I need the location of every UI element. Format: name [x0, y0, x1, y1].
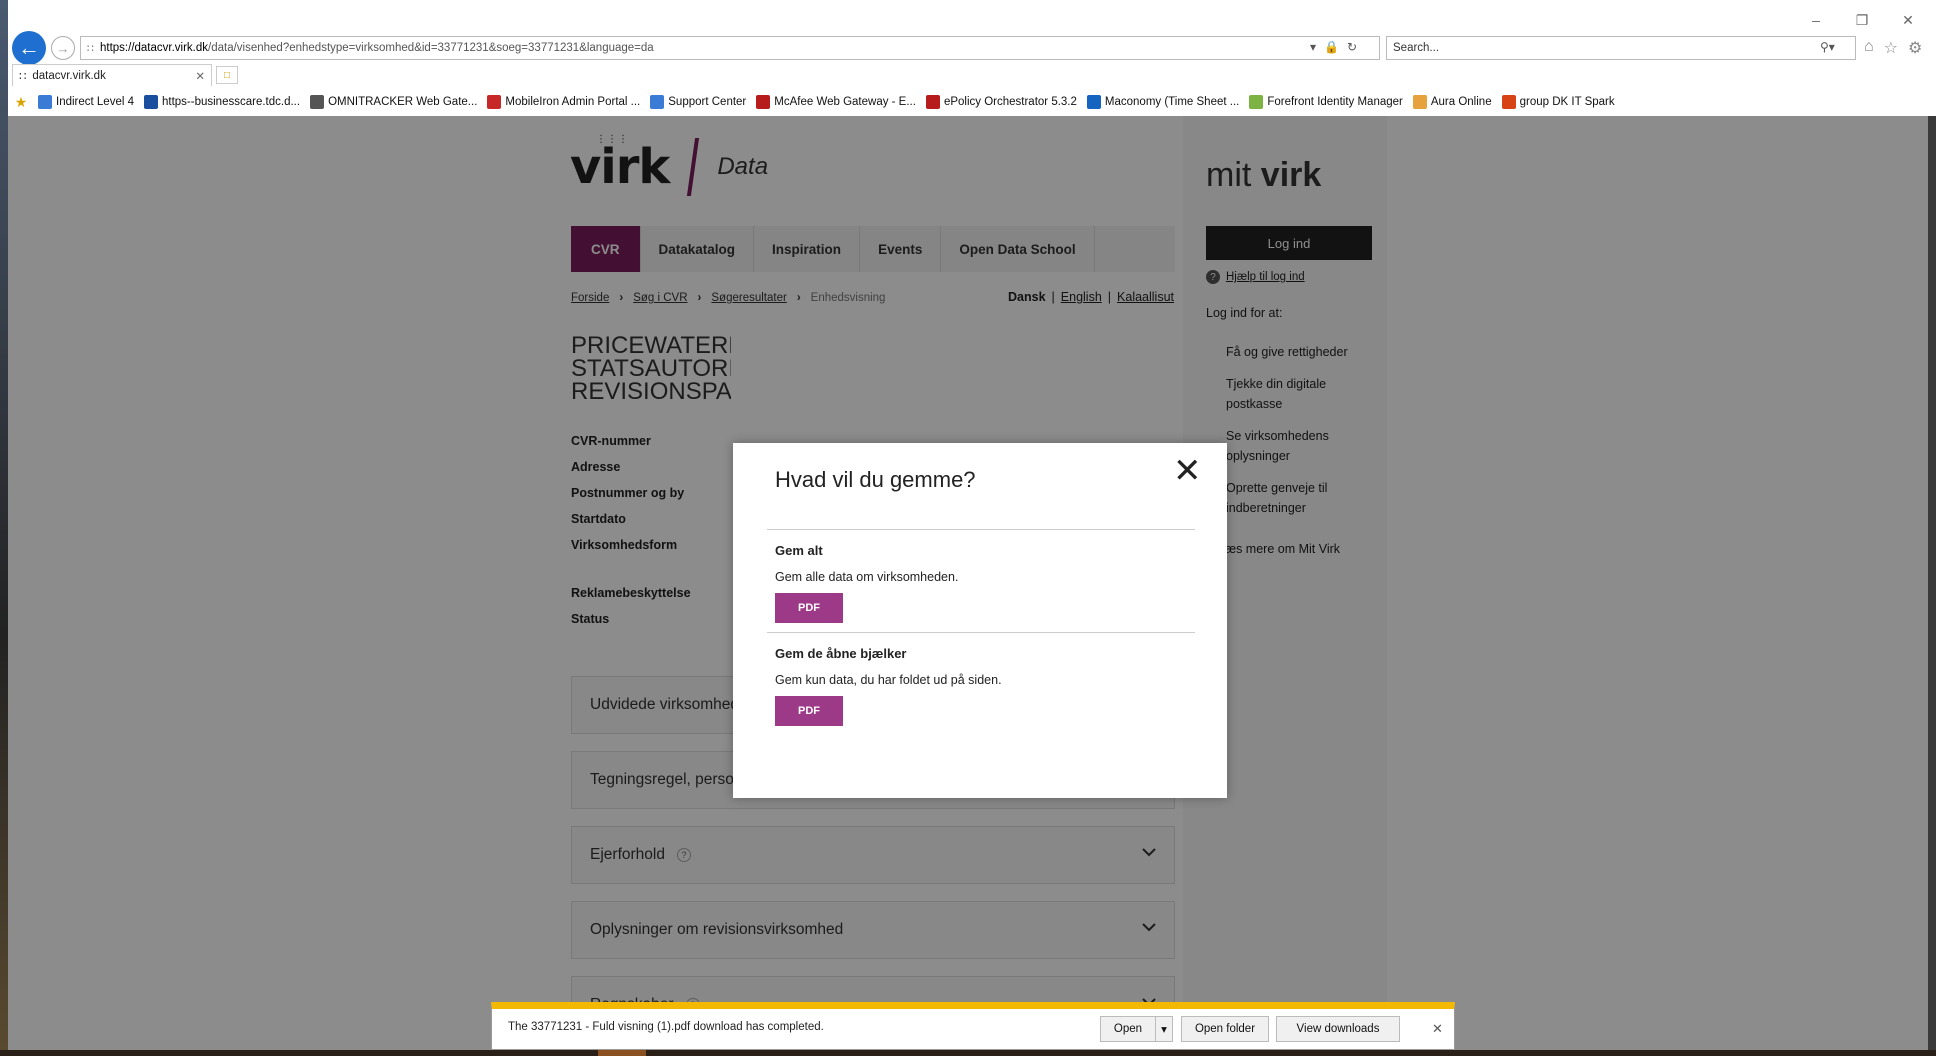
favorite-label: Support Center	[668, 96, 747, 108]
ie-page-icon	[38, 95, 52, 109]
address-tools: ▾ 🔒 ↻	[1310, 40, 1357, 54]
favorite-label: MobileIron Admin Portal ...	[505, 96, 641, 108]
view-downloads-button[interactable]: View downloads	[1276, 1016, 1400, 1042]
favorite-label: Forefront Identity Manager	[1267, 96, 1403, 108]
favorite-label: https--businesscare.tdc.d...	[162, 96, 301, 108]
spark-icon	[1501, 95, 1516, 109]
mcafee-icon	[756, 95, 771, 109]
new-tab-button[interactable]: □	[216, 66, 238, 84]
favorite-link[interactable]: ePolicy Orchestrator 5.3.2	[925, 95, 1077, 109]
home-icon[interactable]: ⌂	[1864, 38, 1874, 58]
restore-icon[interactable]: ❐	[1854, 12, 1870, 29]
favorite-link[interactable]: MobileIron Admin Portal ...	[487, 95, 640, 109]
favorite-link[interactable]: https--businesscare.tdc.d...	[144, 95, 300, 109]
divider	[767, 529, 1195, 530]
favorite-link[interactable]: Aura Online	[1412, 95, 1492, 109]
favorite-link[interactable]: group DK IT Spark	[1501, 95, 1615, 109]
open-dropdown-icon[interactable]: ▾	[1155, 1016, 1173, 1042]
favorite-label: ePolicy Orchestrator 5.3.2	[943, 96, 1077, 108]
minimize-icon[interactable]: –	[1808, 12, 1824, 29]
section-title-open-bars: Gem de åbne bjælker	[775, 646, 907, 661]
url-path: /data/visenhed?enhedstype=virksomhed&id=…	[208, 42, 654, 54]
tab-title: datacvr.virk.dk	[32, 69, 106, 82]
lock-icon[interactable]: 🔒	[1324, 40, 1339, 54]
favorites-add-icon[interactable]: ★	[14, 94, 28, 110]
dropdown-icon[interactable]: ▾	[1310, 40, 1316, 54]
browser-tab[interactable]: ∷ datacvr.virk.dk ✕	[12, 64, 212, 86]
mcafee-icon	[925, 95, 940, 109]
favorite-link[interactable]: Support Center	[650, 95, 746, 109]
toolbar-icons: ⌂ ☆ ⚙	[1864, 38, 1922, 58]
close-icon[interactable]: ✕	[1173, 451, 1202, 491]
pdf-button-open[interactable]: PDF	[775, 696, 843, 726]
maconomy-icon	[1086, 95, 1101, 109]
tab-favicon-icon: ∷	[19, 70, 27, 83]
omnitracker-icon	[310, 95, 325, 109]
download-notification-bar: The 33771231 - Fuld visning (1).pdf down…	[491, 1002, 1455, 1050]
favorite-link[interactable]: Indirect Level 4	[38, 95, 134, 109]
browser-chrome: – ❐ ✕ ← → ∷ https://datacvr.virk.dk/data…	[8, 0, 1936, 116]
favorite-label: Indirect Level 4	[56, 96, 134, 108]
taskbar	[0, 1050, 1936, 1056]
window-controls: – ❐ ✕	[1808, 12, 1916, 29]
section-desc-gem-alt: Gem alle data om virksomheden.	[775, 570, 959, 584]
forward-arrow-icon: →	[56, 40, 70, 56]
favorites-star-icon[interactable]: ☆	[1884, 38, 1898, 58]
search-input[interactable]: Search...	[1393, 42, 1439, 54]
open-button[interactable]: Open	[1100, 1016, 1156, 1042]
search-icon[interactable]: ⚲▾	[1820, 40, 1835, 54]
refresh-icon[interactable]: ↻	[1347, 40, 1357, 54]
back-arrow-icon: ←	[18, 35, 40, 60]
favorite-link[interactable]: McAfee Web Gateway - E...	[756, 95, 916, 109]
download-message: The 33771231 - Fuld visning (1).pdf down…	[508, 1021, 824, 1033]
divider	[767, 632, 1195, 633]
forefront-icon	[1249, 95, 1264, 109]
tab-close-icon[interactable]: ✕	[195, 69, 205, 83]
settings-gear-icon[interactable]: ⚙	[1908, 38, 1922, 58]
close-window-icon[interactable]: ✕	[1900, 12, 1916, 29]
aura-icon	[1412, 95, 1427, 109]
close-icon[interactable]: ✕	[1432, 1021, 1443, 1037]
save-dialog: Hvad vil du gemme? ✕ Gem alt Gem alle da…	[733, 443, 1227, 798]
tdc-icon	[144, 95, 158, 109]
section-desc-open-bars: Gem kun data, du har foldet ud på siden.	[775, 673, 1002, 687]
desktop-edge	[0, 0, 8, 1056]
ie-page-icon	[650, 95, 665, 109]
open-folder-button[interactable]: Open folder	[1181, 1016, 1269, 1042]
taskbar-active-item[interactable]	[598, 1050, 646, 1056]
back-button[interactable]: ←	[12, 31, 46, 65]
forward-button[interactable]: →	[51, 36, 75, 60]
dialog-title: Hvad vil du gemme?	[775, 467, 976, 492]
url-host: https://datacvr.virk.dk	[100, 42, 209, 54]
favorite-link[interactable]: OMNITRACKER Web Gate...	[310, 95, 477, 109]
favorites-bar: ★ Indirect Level 4 https--businesscare.td…	[8, 88, 1936, 116]
web-page: ⋮⋮⋮ virk Data mit virk Log ind ? Hjælp t…	[8, 116, 1928, 1050]
favorite-link[interactable]: Maconomy (Time Sheet ...	[1086, 95, 1240, 109]
favorite-label: McAfee Web Gateway - E...	[774, 96, 916, 108]
site-favicon-icon: ∷	[87, 42, 94, 55]
search-box[interactable]: Search...	[1386, 36, 1856, 60]
favorite-label: OMNITRACKER Web Gate...	[328, 96, 478, 108]
favorite-label: Aura Online	[1430, 96, 1492, 108]
section-title-gem-alt: Gem alt	[775, 543, 823, 558]
mobileiron-icon	[487, 95, 502, 109]
favorite-label: Maconomy (Time Sheet ...	[1104, 96, 1240, 108]
favorite-link[interactable]: Forefront Identity Manager	[1249, 95, 1403, 109]
favorite-label: group DK IT Spark	[1519, 96, 1615, 108]
pdf-button-all[interactable]: PDF	[775, 593, 843, 623]
address-bar[interactable]: ∷ https://datacvr.virk.dk/data/visenhed?…	[80, 36, 1380, 60]
